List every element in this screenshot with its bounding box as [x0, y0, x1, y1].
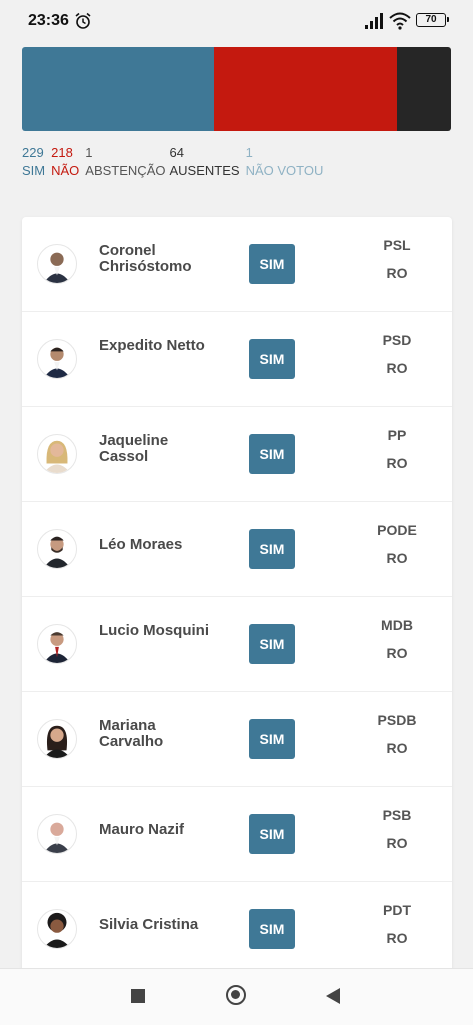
abstencao-count: 1: [85, 145, 93, 160]
member-name: Mauro Nazif: [99, 821, 185, 838]
legend-ausentes: 64 AUSENTES: [169, 144, 239, 180]
member-state: RO: [386, 265, 408, 281]
member-list: Coronel Chrisóstomo SIM PSL RO Expedito …: [22, 217, 452, 969]
legend-sim: 229 SIM: [22, 144, 45, 180]
wifi-icon: [389, 12, 411, 30]
vote-badge: SIM: [249, 529, 295, 569]
vote-distribution-bar: [22, 47, 451, 131]
member-state: RO: [386, 360, 408, 376]
nao-votou-label: NÃO VOTOU: [245, 163, 324, 178]
abstencao-label: ABSTENÇÃO: [85, 163, 166, 178]
ausentes-segment: [397, 47, 451, 131]
member-party: PSD: [382, 332, 412, 348]
sim-segment: [22, 47, 214, 131]
sim-count: 229: [22, 145, 44, 160]
legend-nao-votou: 1 NÃO VOTOU: [246, 144, 324, 180]
alarm-clock-icon: [75, 12, 91, 29]
member-party: PP: [387, 427, 407, 443]
nao-label: NÃO: [51, 163, 80, 178]
vote-badge: SIM: [249, 814, 295, 854]
nao-count: 218: [51, 145, 73, 160]
member-avatar: [37, 909, 77, 949]
member-avatar: [37, 339, 77, 379]
vote-legend: 229 SIM 218 NÃO 1 ABSTENÇÃO 64 AUSENTES …: [22, 144, 329, 180]
back-icon[interactable]: [326, 988, 340, 1004]
member-row[interactable]: Lucio Mosquini SIM MDB RO: [22, 597, 452, 692]
member-row[interactable]: Jaqueline Cassol SIM PP RO: [22, 407, 452, 502]
member-name: Expedito Netto: [99, 337, 205, 354]
vote-badge: SIM: [249, 339, 295, 379]
member-name: Mariana Carvalho: [99, 717, 164, 750]
member-party: PSDB: [377, 712, 417, 728]
member-row[interactable]: Expedito Netto SIM PSD RO: [22, 312, 452, 407]
member-state: RO: [386, 930, 408, 946]
member-state: RO: [386, 550, 408, 566]
member-name: Silvia Cristina: [99, 916, 199, 933]
member-state: RO: [386, 740, 408, 756]
navigation-bar: [0, 968, 473, 1025]
member-state: RO: [386, 645, 408, 661]
ausentes-count: 64: [169, 145, 184, 160]
vote-badge: SIM: [249, 434, 295, 474]
vote-badge: SIM: [249, 244, 295, 284]
member-state: RO: [386, 455, 408, 471]
member-avatar: [37, 719, 77, 759]
member-name: Léo Moraes: [99, 536, 183, 553]
member-party: PDT: [383, 902, 411, 918]
member-name: Coronel Chrisóstomo: [99, 242, 192, 275]
member-row[interactable]: Silvia Cristina SIM PDT RO: [22, 882, 452, 969]
member-party: PSB: [382, 807, 412, 823]
legend-abstencao: 1 ABSTENÇÃO: [85, 144, 165, 180]
member-avatar: [37, 624, 77, 664]
member-row[interactable]: Coronel Chrisóstomo SIM PSL RO: [22, 217, 452, 312]
home-icon[interactable]: [226, 985, 246, 1005]
ausentes-label: AUSENTES: [169, 163, 240, 178]
status-time: 23:36: [28, 12, 69, 29]
nao-segment: [214, 47, 397, 131]
status-bar: 23:36 70: [0, 0, 473, 40]
member-party: PODE: [377, 522, 417, 538]
battery-level: 70: [425, 14, 437, 25]
member-name: Jaqueline Cassol: [99, 432, 169, 465]
vote-badge: SIM: [249, 624, 295, 664]
member-row[interactable]: Léo Moraes SIM PODE RO: [22, 502, 452, 597]
vote-badge: SIM: [249, 909, 295, 949]
recent-apps-icon[interactable]: [131, 989, 145, 1003]
member-state: RO: [386, 835, 408, 851]
battery-icon: 70: [416, 13, 449, 27]
vote-badge: SIM: [249, 719, 295, 759]
member-row[interactable]: Mauro Nazif SIM PSB RO: [22, 787, 452, 882]
member-avatar: [37, 529, 77, 569]
legend-nao: 218 NÃO: [51, 144, 79, 180]
member-avatar: [37, 814, 77, 854]
member-row[interactable]: Mariana Carvalho SIM PSDB RO: [22, 692, 452, 787]
cell-signal-icon: [365, 13, 383, 29]
member-avatar: [37, 434, 77, 474]
member-avatar: [37, 244, 77, 284]
member-party: MDB: [381, 617, 413, 633]
member-name: Lucio Mosquini: [99, 622, 209, 639]
sim-label: SIM: [22, 163, 46, 178]
member-party: PSL: [383, 237, 411, 253]
nao-votou-count: 1: [245, 145, 253, 160]
